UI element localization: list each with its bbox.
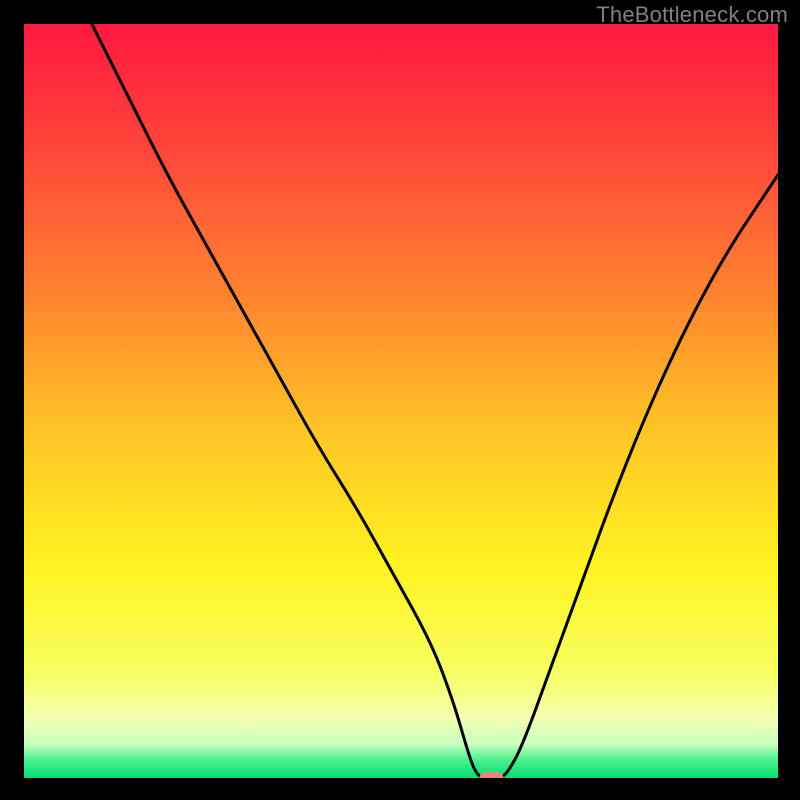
watermark-text: TheBottleneck.com <box>596 2 788 28</box>
plot-area <box>24 24 778 778</box>
bottleneck-chart <box>24 24 778 778</box>
gradient-background <box>24 24 778 778</box>
chart-frame: TheBottleneck.com <box>0 0 800 800</box>
optimum-marker <box>479 772 503 778</box>
